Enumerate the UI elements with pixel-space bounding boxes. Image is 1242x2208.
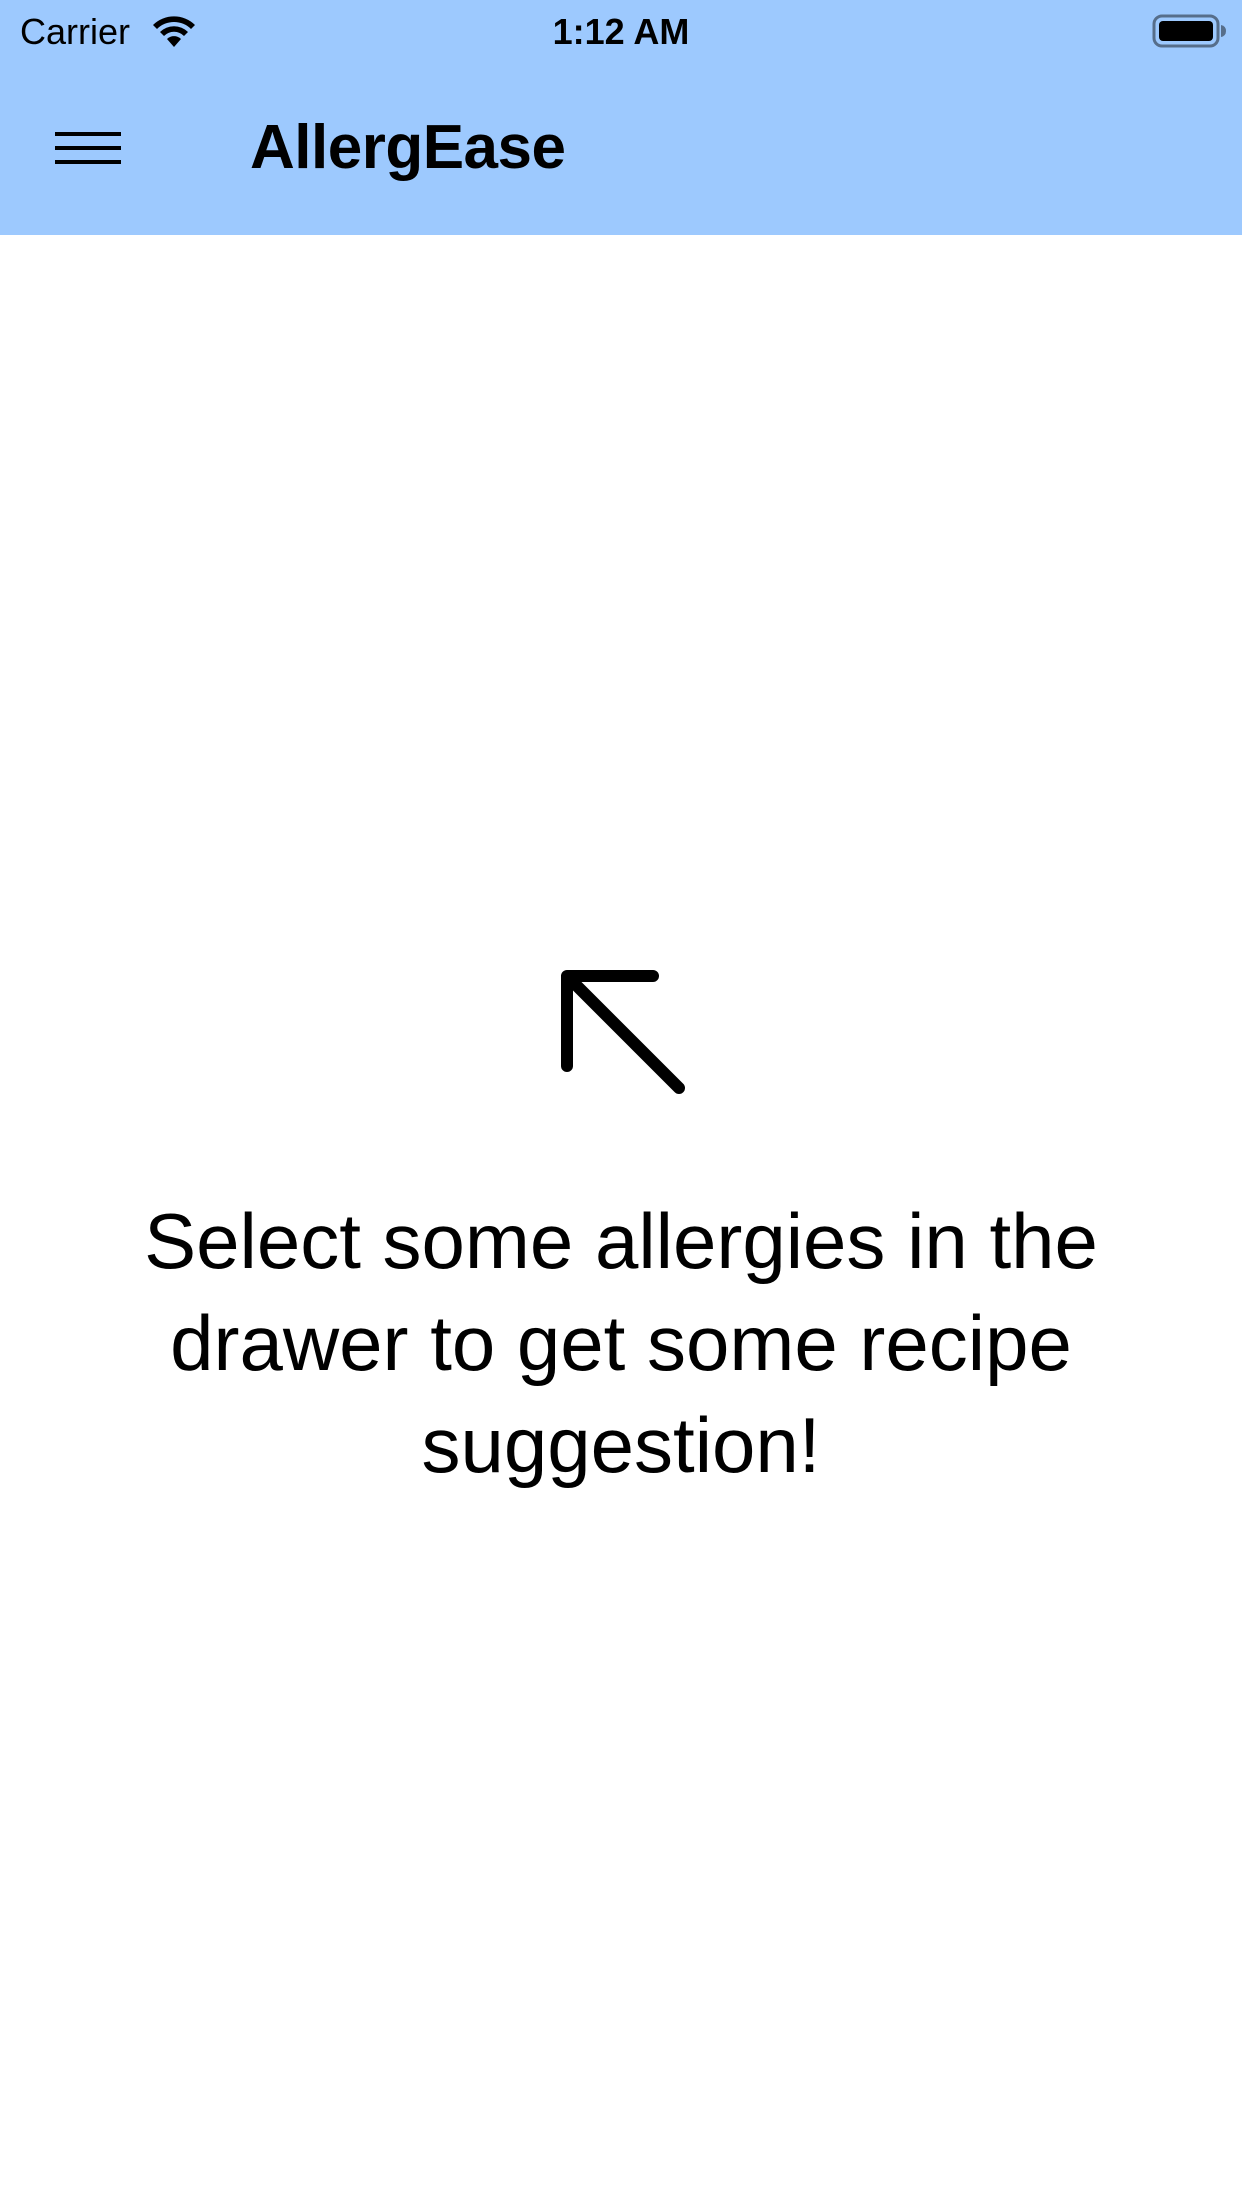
arrow-up-left-icon bbox=[561, 970, 685, 1094]
app-header: Carrier 1:12 AM AllergEase bbox=[0, 0, 1242, 235]
status-time: 1:12 AM bbox=[552, 11, 690, 52]
app-title: AllergEase bbox=[250, 113, 566, 182]
empty-state-message: Select some allergies in the drawer to g… bbox=[144, 1197, 1098, 1489]
battery-icon bbox=[1152, 14, 1226, 48]
status-bar: Carrier 1:12 AM bbox=[0, 0, 1242, 62]
hamburger-menu-icon bbox=[55, 132, 121, 164]
menu-button[interactable] bbox=[40, 110, 136, 186]
